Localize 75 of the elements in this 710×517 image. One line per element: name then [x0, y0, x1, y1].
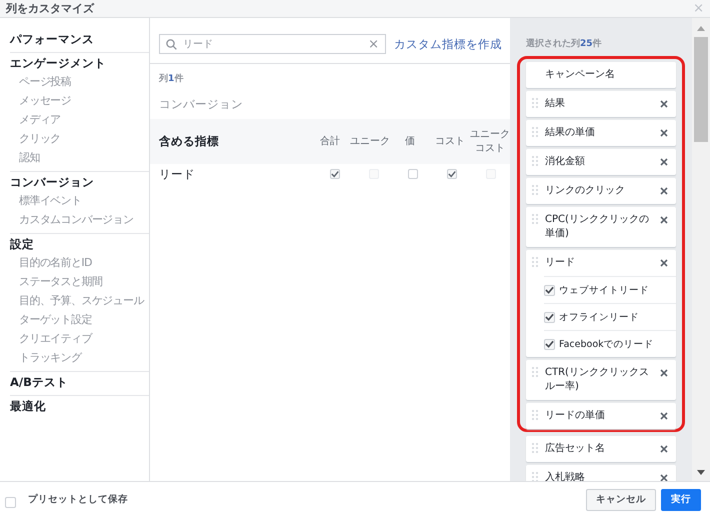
- category-label: コンバージョン: [158, 96, 244, 112]
- remove-icon[interactable]: [660, 187, 668, 195]
- sidebar-heading[interactable]: パフォーマンス: [10, 30, 149, 48]
- column-card[interactable]: リードの単価: [526, 403, 676, 429]
- sidebar-heading[interactable]: エンゲージメント: [10, 54, 149, 72]
- scrollbar-thumb[interactable]: [694, 37, 708, 142]
- checkbox[interactable]: [330, 169, 340, 179]
- create-metric-link[interactable]: カスタム指標を作成: [394, 36, 502, 52]
- window-title: 列をカスタマイズ: [6, 1, 96, 16]
- column-header: 価: [404, 134, 416, 148]
- sidebar-heading[interactable]: コンバージョン: [10, 173, 149, 191]
- drag-handle-icon: [532, 185, 538, 195]
- sidebar-heading[interactable]: 最適化: [10, 397, 149, 415]
- column-header: ユニーク: [350, 134, 390, 148]
- option-label: Facebookでのリード: [559, 338, 654, 350]
- sidebar-heading[interactable]: A/Bテスト: [10, 373, 149, 391]
- drag-handle-icon: [532, 367, 538, 377]
- result-count: 列1件: [158, 72, 184, 85]
- remove-icon[interactable]: [660, 474, 668, 481]
- column-label: CPC(リンククリックの単価): [545, 213, 650, 241]
- column-card[interactable]: CPC(リンククリックの単価): [526, 207, 676, 247]
- scroll-down-icon: [697, 470, 705, 475]
- remove-icon[interactable]: [660, 445, 668, 453]
- scroll-up-icon: [697, 26, 705, 31]
- column-header: ユニークコスト: [470, 128, 510, 156]
- option-label: オフラインリード: [559, 310, 639, 324]
- checkbox[interactable]: [544, 312, 555, 322]
- remove-icon[interactable]: [660, 216, 668, 224]
- column-card[interactable]: リード ウェブサイトリード オフラインリード Facebookでのリード: [526, 250, 676, 357]
- cancel-button[interactable]: キャンセル: [586, 488, 656, 510]
- column-card[interactable]: 結果の単価: [526, 120, 676, 146]
- column-label: キャンペーン名: [545, 68, 616, 82]
- column-label: CTR(リンククリックスルー率): [545, 366, 650, 394]
- run-button[interactable]: 実行: [661, 488, 701, 510]
- drag-handle-icon: [532, 98, 538, 108]
- column-label: リンクのクリック: [545, 184, 626, 198]
- remove-icon[interactable]: [660, 158, 668, 166]
- column-label: 広告セット名: [545, 442, 606, 456]
- drag-handle-icon: [532, 127, 538, 137]
- column-card[interactable]: キャンペーン名: [526, 62, 676, 88]
- drag-handle-icon: [532, 410, 538, 420]
- scrollbar[interactable]: [692, 18, 710, 481]
- drag-handle-icon: [532, 156, 538, 166]
- column-label: 消化金額: [545, 155, 586, 169]
- drag-handle-icon: [532, 214, 538, 224]
- sidebar-heading[interactable]: 設定: [10, 235, 149, 253]
- column-card[interactable]: 結果: [526, 91, 676, 117]
- remove-icon[interactable]: [660, 100, 668, 108]
- table-title: 含める指標: [159, 134, 220, 149]
- column-label: リード: [545, 256, 576, 270]
- option-label: ウェブサイトリード: [559, 284, 649, 296]
- column-card[interactable]: リンクのクリック: [526, 178, 676, 204]
- remove-icon[interactable]: [660, 369, 668, 377]
- column-card[interactable]: 消化金額: [526, 149, 676, 175]
- column-header: コスト: [434, 134, 466, 148]
- column-label: 結果: [545, 97, 566, 111]
- checkbox[interactable]: [446, 169, 456, 179]
- checkbox[interactable]: [5, 497, 16, 508]
- search-icon: [166, 38, 177, 50]
- drag-handle-icon: [532, 443, 538, 453]
- drag-handle-icon: [532, 257, 538, 267]
- remove-icon[interactable]: [660, 129, 668, 137]
- selected-count: 選択された列25件: [525, 38, 603, 51]
- column-label: リードの単価: [545, 409, 606, 423]
- metric-name: リード: [159, 166, 196, 182]
- column-label: 結果の単価: [545, 126, 596, 140]
- checkbox[interactable]: [408, 169, 418, 179]
- checkbox[interactable]: [544, 284, 555, 296]
- preset-label: プリセットとして保存: [28, 493, 128, 506]
- remove-icon[interactable]: [660, 259, 668, 267]
- checkbox[interactable]: [544, 338, 555, 350]
- column-header: 合計: [319, 134, 341, 148]
- column-card[interactable]: 広告セット名: [526, 436, 676, 462]
- remove-icon[interactable]: [660, 412, 668, 420]
- column-card[interactable]: CTR(リンククリックスルー率): [526, 360, 676, 400]
